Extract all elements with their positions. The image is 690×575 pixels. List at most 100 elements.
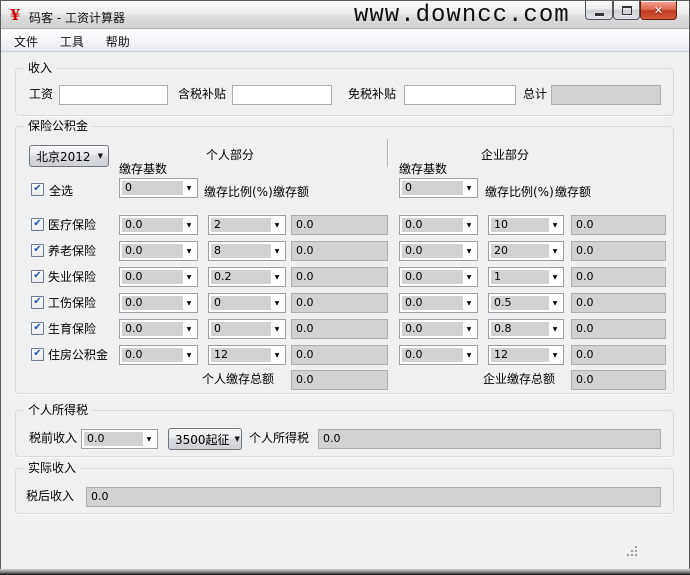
personal-base-dropdown[interactable]: 0.0 ▼ bbox=[119, 215, 198, 235]
chevron-down-icon: ▼ bbox=[466, 221, 472, 229]
close-icon: ✕ bbox=[653, 3, 664, 17]
insurance-legend: 保险公积金 bbox=[24, 119, 93, 134]
insurance-row-label: 住房公积金 bbox=[48, 348, 109, 362]
enterprise-ratio-value: 10 bbox=[491, 218, 549, 232]
minimize-button[interactable] bbox=[585, 1, 613, 20]
enterprise-ratio-dropdown[interactable]: 12 ▼ bbox=[488, 345, 564, 365]
chevron-down-icon: ▼ bbox=[186, 247, 192, 255]
chevron-down-icon: ▼ bbox=[466, 299, 472, 307]
personal-ratio-value: 0 bbox=[211, 296, 271, 310]
row-checkbox[interactable]: ✔ bbox=[31, 348, 44, 361]
enterprise-amount-header: 缴存额 bbox=[555, 185, 592, 199]
enterprise-base-dropdown[interactable]: 0.0 ▼ bbox=[399, 293, 478, 313]
enterprise-base-dropdown[interactable]: 0.0 ▼ bbox=[399, 319, 478, 339]
aftertax-income-label: 税后收入 bbox=[26, 489, 75, 503]
personal-base-value: 0.0 bbox=[122, 322, 183, 336]
chevron-down-icon: ▼ bbox=[274, 351, 280, 359]
personal-ratio-value: 0 bbox=[211, 322, 271, 336]
insurance-row: ✔ 医疗保险 0.0 ▼ 2 ▼ 0.0 0.0 ▼ 10 ▼ 0.0 bbox=[16, 215, 673, 235]
personal-ratio-header: 缴存比例(%) bbox=[204, 185, 273, 199]
chevron-down-icon: ▼ bbox=[552, 247, 558, 255]
enterprise-base-value: 0.0 bbox=[402, 218, 463, 232]
enterprise-ratio-dropdown[interactable]: 10 ▼ bbox=[488, 215, 564, 235]
personal-ratio-dropdown[interactable]: 0 ▼ bbox=[208, 293, 286, 313]
enterprise-total-field: 0.0 bbox=[571, 370, 666, 390]
threshold-value: 3500起征 bbox=[175, 432, 230, 447]
personal-ratio-dropdown[interactable]: 12 ▼ bbox=[208, 345, 286, 365]
enterprise-ratio-dropdown[interactable]: 0.5 ▼ bbox=[488, 293, 564, 313]
personal-base-dropdown[interactable]: 0.0 ▼ bbox=[119, 293, 198, 313]
enterprise-total-label: 企业缴存总额 bbox=[483, 372, 556, 386]
chevron-down-icon: ▼ bbox=[234, 435, 240, 443]
chevron-down-icon: ▼ bbox=[186, 273, 192, 281]
enterprise-base-dropdown[interactable]: 0.0 ▼ bbox=[399, 215, 478, 235]
region-dropdown[interactable]: 北京2012 ▼ bbox=[29, 145, 109, 167]
yen-icon: ¥ bbox=[10, 6, 21, 24]
threshold-dropdown[interactable]: 3500起征 ▼ bbox=[168, 428, 242, 450]
taxfree-subsidy-input[interactable] bbox=[404, 85, 516, 105]
enterprise-ratio-value: 0.5 bbox=[491, 296, 549, 310]
enterprise-section-header: 企业部分 bbox=[481, 148, 530, 162]
personal-base-dropdown[interactable]: 0.0 ▼ bbox=[119, 319, 198, 339]
income-group: 收入 工资 含税补贴 免税补贴 总计 bbox=[15, 61, 674, 116]
chevron-down-icon: ▼ bbox=[552, 325, 558, 333]
personal-base-header: 缴存基数 bbox=[119, 162, 168, 176]
pretax-income-value: 0.0 bbox=[84, 432, 143, 446]
personal-base-dropdown[interactable]: 0.0 ▼ bbox=[119, 345, 198, 365]
close-button[interactable]: ✕ bbox=[640, 1, 677, 20]
personal-base-value: 0.0 bbox=[122, 348, 183, 362]
insurance-row-label: 医疗保险 bbox=[48, 218, 97, 232]
pretax-income-label: 税前收入 bbox=[29, 431, 78, 445]
personal-base-header-dropdown[interactable]: 0 ▼ bbox=[119, 178, 198, 198]
salary-input[interactable] bbox=[59, 85, 168, 105]
resize-grip[interactable] bbox=[626, 545, 639, 558]
personal-ratio-value: 8 bbox=[211, 244, 271, 258]
row-checkbox[interactable]: ✔ bbox=[31, 218, 44, 231]
enterprise-base-dropdown[interactable]: 0.0 ▼ bbox=[399, 267, 478, 287]
select-all-checkbox[interactable]: ✔ bbox=[31, 183, 44, 196]
menu-item-file[interactable]: 文件 bbox=[5, 30, 47, 54]
personal-section-header: 个人部分 bbox=[206, 148, 255, 162]
chevron-down-icon: ▼ bbox=[552, 351, 558, 359]
personal-ratio-value: 0.2 bbox=[211, 270, 271, 284]
check-icon: ✔ bbox=[33, 218, 42, 229]
row-checkbox[interactable]: ✔ bbox=[31, 296, 44, 309]
insurance-row-label: 工伤保险 bbox=[48, 296, 97, 310]
maximize-button[interactable] bbox=[613, 1, 640, 20]
chevron-down-icon: ▼ bbox=[186, 351, 192, 359]
total-label: 总计 bbox=[523, 87, 548, 101]
pretax-income-dropdown[interactable]: 0.0 ▼ bbox=[81, 429, 158, 449]
personal-base-value: 0.0 bbox=[122, 244, 183, 258]
personal-base-dropdown[interactable]: 0.0 ▼ bbox=[119, 241, 198, 261]
personal-base-value: 0.0 bbox=[122, 296, 183, 310]
personal-ratio-dropdown[interactable]: 2 ▼ bbox=[208, 215, 286, 235]
row-checkbox[interactable]: ✔ bbox=[31, 322, 44, 335]
menu-item-tools[interactable]: 工具 bbox=[51, 30, 93, 54]
enterprise-base-dropdown[interactable]: 0.0 ▼ bbox=[399, 241, 478, 261]
enterprise-base-dropdown[interactable]: 0.0 ▼ bbox=[399, 345, 478, 365]
enterprise-ratio-dropdown[interactable]: 20 ▼ bbox=[488, 241, 564, 261]
enterprise-base-value: 0.0 bbox=[402, 348, 463, 362]
personal-ratio-dropdown[interactable]: 8 ▼ bbox=[208, 241, 286, 261]
enterprise-amount-field: 0.0 bbox=[571, 345, 666, 365]
personal-amount-field: 0.0 bbox=[291, 319, 388, 339]
enterprise-ratio-dropdown[interactable]: 1 ▼ bbox=[488, 267, 564, 287]
row-checkbox[interactable]: ✔ bbox=[31, 244, 44, 257]
personal-ratio-dropdown[interactable]: 0.2 ▼ bbox=[208, 267, 286, 287]
taxable-subsidy-input[interactable] bbox=[232, 85, 332, 105]
personal-base-dropdown[interactable]: 0.0 ▼ bbox=[119, 267, 198, 287]
enterprise-ratio-header: 缴存比例(%) bbox=[485, 185, 554, 199]
enterprise-amount-field: 0.0 bbox=[571, 215, 666, 235]
personal-ratio-dropdown[interactable]: 0 ▼ bbox=[208, 319, 286, 339]
personal-base-value: 0.0 bbox=[122, 270, 183, 284]
chevron-down-icon: ▼ bbox=[552, 273, 558, 281]
enterprise-amount-field: 0.0 bbox=[571, 319, 666, 339]
chevron-down-icon: ▼ bbox=[552, 221, 558, 229]
enterprise-ratio-dropdown[interactable]: 0.8 ▼ bbox=[488, 319, 564, 339]
enterprise-ratio-value: 12 bbox=[491, 348, 549, 362]
personal-ratio-value: 2 bbox=[211, 218, 271, 232]
enterprise-base-header-dropdown[interactable]: 0 ▼ bbox=[399, 178, 478, 198]
menu-item-help[interactable]: 帮助 bbox=[97, 30, 139, 54]
enterprise-base-header: 缴存基数 bbox=[399, 162, 448, 176]
row-checkbox[interactable]: ✔ bbox=[31, 270, 44, 283]
